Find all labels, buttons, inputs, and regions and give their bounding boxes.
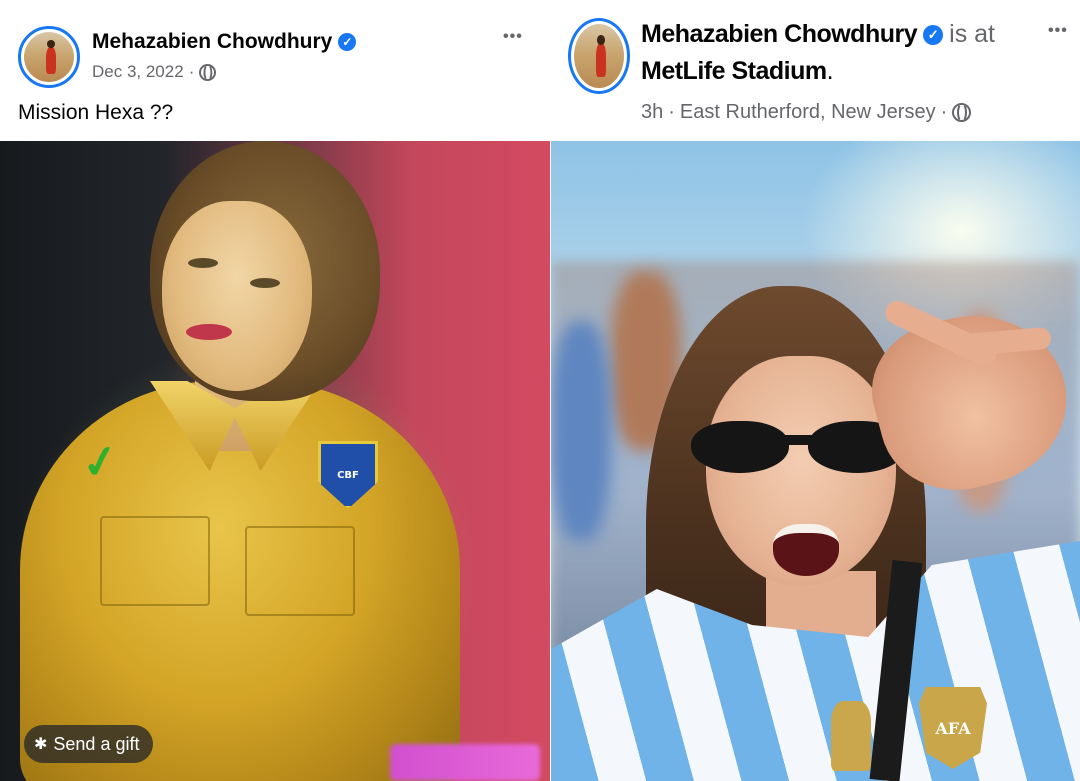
globe-icon	[952, 103, 972, 122]
post-timestamp[interactable]: 3h	[641, 101, 663, 124]
post-meta: Dec 3, 2022 ·	[92, 62, 217, 82]
post-place[interactable]: East Rutherford, New Jersey	[680, 101, 936, 124]
post-left: Mehazabien Chowdhury ✓ Dec 3, 2022 · •••…	[0, 0, 550, 781]
location-prefix: is at	[949, 20, 995, 48]
author-avatar[interactable]	[18, 26, 80, 88]
author-name[interactable]: Mehazabien Chowdhury	[92, 30, 332, 54]
author-name[interactable]: Mehazabien Chowdhury	[641, 20, 918, 49]
post-photo[interactable]: AFA	[551, 141, 1080, 781]
send-gift-label: Send a gift	[53, 733, 140, 754]
face	[162, 201, 312, 391]
meta-separator: ·	[940, 101, 948, 123]
send-gift-button[interactable]: ✱ Send a gift	[24, 725, 154, 763]
globe-icon	[199, 63, 217, 81]
meta-separator: ·	[188, 62, 195, 81]
meta-separator: ·	[668, 101, 675, 123]
verified-badge-icon: ✓	[923, 24, 944, 45]
author-avatar[interactable]	[568, 18, 630, 94]
location-suffix: .	[826, 57, 834, 85]
location-row: MetLife Stadium .	[641, 57, 834, 86]
post-caption: Mission Hexa ??	[18, 101, 174, 124]
verified-badge-icon: ✓	[338, 33, 357, 51]
jersey-crest-text: AFA	[935, 718, 971, 738]
post-meta: 3h · East Rutherford, New Jersey ·	[641, 101, 972, 124]
gift-icon: ✱	[34, 736, 48, 753]
post-photo[interactable]: CBF ✓ ✱ Send a gift	[0, 141, 550, 781]
jersey-badge-text: CBF	[337, 469, 359, 481]
sunglasses	[691, 421, 906, 481]
location-name[interactable]: MetLife Stadium	[641, 57, 827, 86]
author-name-row: Mehazabien Chowdhury ✓	[92, 30, 357, 54]
post-timestamp[interactable]: Dec 3, 2022	[92, 62, 184, 82]
author-name-row: Mehazabien Chowdhury ✓ is at	[641, 20, 995, 49]
more-options-icon[interactable]: •••	[503, 28, 523, 46]
more-options-icon[interactable]: •••	[1048, 22, 1068, 40]
